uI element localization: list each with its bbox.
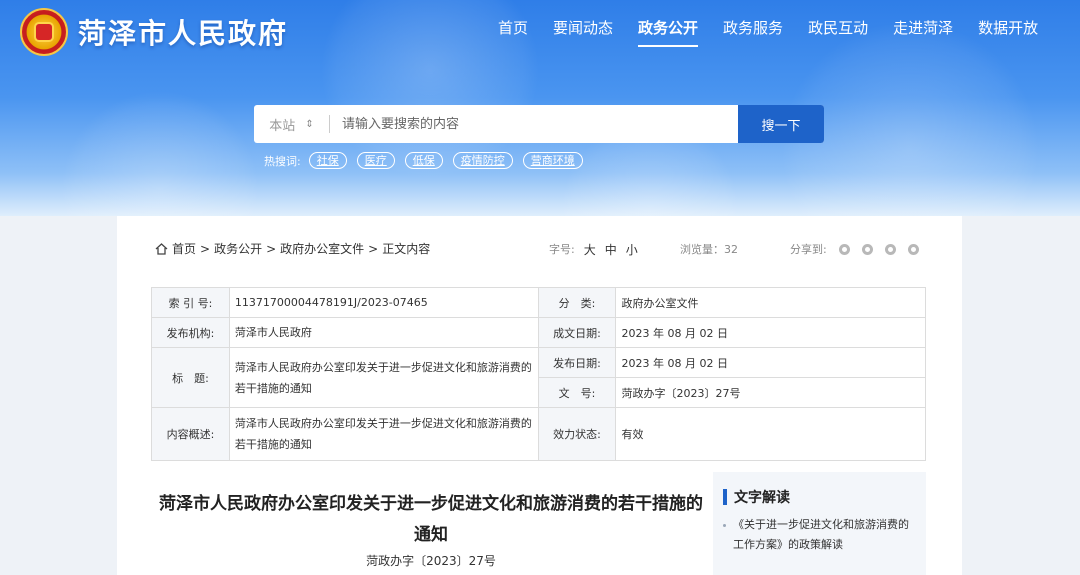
hot-tag-subsistence[interactable]: 低保 [404, 152, 443, 169]
table-row: 标 题: 菏泽市人民政府办公室印发关于进一步促进文化和旅游消费的若干措施的通知 … [151, 347, 926, 408]
breadcrumb: 首页 > 政务公开 > 政府办公室文件 > 正文内容 [155, 240, 430, 257]
weibo-icon[interactable] [861, 243, 873, 255]
publisher-value: 菏泽市人民政府 [228, 317, 539, 348]
share-bar: 分享到: [790, 241, 919, 257]
doc-number-value: 菏政办字〔2023〕27号 [615, 377, 926, 408]
nav-home[interactable]: 首页 [498, 17, 528, 47]
font-size-control: 字号: 大 中 小 [549, 241, 638, 258]
font-size-small[interactable]: 小 [626, 241, 638, 258]
updown-arrow-icon: ⇕ [305, 118, 314, 130]
banner-decoration [60, 90, 260, 216]
font-size-medium[interactable]: 中 [605, 241, 617, 258]
national-emblem-logo[interactable] [20, 8, 68, 56]
main-nav: 首页 要闻动态 政务公开 政务服务 政民互动 走进菏泽 数据开放 [498, 17, 1063, 47]
title-value: 菏泽市人民政府办公室印发关于进一步促进文化和旅游消费的若干措施的通知 [228, 347, 539, 408]
share-label: 分享到: [790, 243, 827, 256]
nav-gov-affairs-public[interactable]: 政务公开 [638, 17, 699, 47]
search-scope-label: 本站 [269, 118, 296, 134]
breadcrumb-separator: > [200, 241, 211, 256]
title-label: 标 题: [151, 347, 230, 408]
doc-number-label: 文 号: [537, 377, 617, 408]
publish-date-label: 发布日期: [537, 347, 617, 378]
content-card: 首页 > 政务公开 > 政府办公室文件 > 正文内容 字号: 大 中 小 浏览量… [117, 216, 962, 575]
validity-value: 有效 [615, 407, 926, 461]
sidebar-interpretation-link[interactable]: 《关于进一步促进文化和旅游消费的工作方案》的政策解读 [723, 515, 919, 555]
header-banner: 菏泽市人民政府 首页 要闻动态 政务公开 政务服务 政民互动 走进菏泽 数据开放… [0, 0, 1080, 216]
index-value: 11371700004478191J/2023-07465 [228, 287, 539, 318]
publisher-label: 发布机构: [151, 317, 230, 348]
document-metadata-table: 索 引 号: 11371700004478191J/2023-07465 分 类… [151, 287, 926, 461]
nav-gov-services[interactable]: 政务服务 [723, 17, 783, 47]
table-row: 内容概述: 菏泽市人民政府办公室印发关于进一步促进文化和旅游消费的若干措施的通知… [151, 407, 926, 461]
document-title: 菏泽市人民政府办公室印发关于进一步促进文化和旅游消费的若干措施的通知 [159, 494, 703, 545]
category-value: 政府办公室文件 [615, 287, 926, 318]
hot-search-label: 热搜词: [264, 154, 301, 168]
sidebar-heading-text: 文字解读 [734, 490, 790, 506]
table-row: 索 引 号: 11371700004478191J/2023-07465 分 类… [151, 287, 926, 318]
summary-value: 菏泽市人民政府办公室印发关于进一步促进文化和旅游消费的若干措施的通知 [228, 407, 539, 461]
breadcrumb-home[interactable]: 首页 [172, 240, 196, 257]
qq-icon[interactable] [907, 243, 919, 255]
search-scope-select[interactable]: 本站 ⇕ [254, 105, 329, 143]
hot-tag-social-security[interactable]: 社保 [308, 152, 347, 169]
breadcrumb-current: 正文内容 [382, 242, 431, 256]
breadcrumb-gov-affairs[interactable]: 政务公开 [214, 240, 262, 257]
publish-date-value: 2023 年 08 月 02 日 [615, 347, 926, 378]
nav-interaction[interactable]: 政民互动 [808, 17, 868, 47]
summary-label: 内容概述: [151, 407, 230, 461]
hot-tag-epidemic[interactable]: 疫情防控 [452, 152, 513, 169]
nav-news[interactable]: 要闻动态 [553, 17, 613, 47]
breadcrumb-office-files[interactable]: 政府办公室文件 [280, 240, 364, 257]
heading-accent-bar [723, 489, 727, 505]
hot-tag-business-env[interactable]: 营商环境 [522, 152, 583, 169]
hot-tag-medical[interactable]: 医疗 [356, 152, 395, 169]
font-size-label: 字号: [549, 243, 575, 256]
home-icon [155, 242, 168, 255]
search-input[interactable] [330, 105, 738, 143]
site-title[interactable]: 菏泽市人民政府 [78, 12, 288, 52]
breadcrumb-separator: > [368, 241, 379, 256]
index-label: 索 引 号: [151, 287, 230, 318]
created-date-label: 成文日期: [537, 317, 617, 348]
category-label: 分 类: [537, 287, 617, 318]
interpretation-sidebar: 文字解读 《关于进一步促进文化和旅游消费的工作方案》的政策解读 [713, 472, 926, 575]
document-number: 菏政办字〔2023〕27号 [366, 554, 496, 568]
search-button[interactable]: 搜一下 [738, 105, 824, 143]
qzone-icon[interactable] [884, 243, 896, 255]
font-size-large[interactable]: 大 [584, 241, 596, 258]
table-row: 发布机构: 菏泽市人民政府 成文日期: 2023 年 08 月 02 日 [151, 317, 926, 348]
nav-about-heze[interactable]: 走进菏泽 [893, 17, 953, 47]
created-date-value: 2023 年 08 月 02 日 [615, 317, 926, 348]
wechat-icon[interactable] [838, 243, 850, 255]
sidebar-heading: 文字解读 [723, 487, 790, 507]
hot-search-words: 热搜词: 社保 医疗 低保 疫情防控 营商环境 [264, 152, 593, 169]
validity-label: 效力状态: [537, 407, 617, 461]
search-bar: 本站 ⇕ 搜一下 [254, 105, 824, 143]
breadcrumb-separator: > [266, 241, 277, 256]
view-count: 浏览量：32 [680, 243, 738, 256]
nav-open-data[interactable]: 数据开放 [978, 17, 1038, 47]
